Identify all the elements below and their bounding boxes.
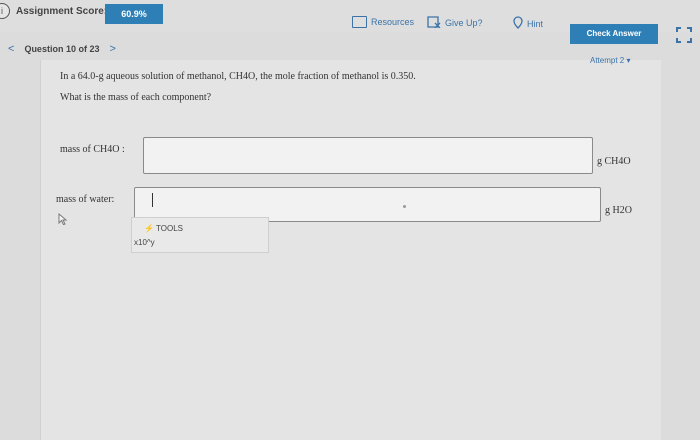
methanol-mass-input[interactable] [143, 137, 593, 174]
give-up-icon [427, 16, 441, 30]
tools-label: TOOLS [156, 224, 184, 233]
lightning-icon: ⚡ [144, 224, 154, 233]
attempt-label: Attempt 2 [590, 56, 625, 65]
give-up-label: Give Up? [445, 18, 483, 28]
input-handle [403, 205, 406, 208]
question-counter: Question 10 of 23 [24, 44, 100, 54]
water-mass-label: mass of water: [56, 194, 115, 205]
next-question-button[interactable]: > [109, 43, 115, 55]
tools-palette[interactable]: ⚡ TOOLS x10^y [131, 217, 269, 253]
hint-icon [513, 16, 523, 31]
hint-button[interactable]: Hint [513, 16, 543, 31]
assignment-score-label: Assignment Score: [16, 6, 108, 17]
methanol-unit: g CH4O [597, 156, 631, 167]
check-answer-button[interactable]: Check Answer [570, 24, 658, 44]
methanol-mass-label: mass of CH4O : [60, 144, 125, 155]
water-unit: g H2O [605, 205, 632, 216]
give-up-button[interactable]: Give Up? [427, 16, 483, 30]
hint-label: Hint [527, 18, 544, 29]
score-badge: 60.9% [105, 4, 163, 24]
expand-icon[interactable] [676, 27, 692, 43]
question-subtext: What is the mass of each component? [60, 92, 212, 103]
tools-button[interactable]: ⚡ TOOLS [144, 224, 183, 233]
mouse-pointer-icon [58, 212, 68, 228]
previous-question-button[interactable]: < [8, 43, 14, 55]
text-cursor [152, 193, 153, 207]
question-navigation: < Question 10 of 23 > [8, 43, 116, 55]
chevron-down-icon: ▾ [626, 56, 631, 65]
resources-button[interactable]: Resources [352, 16, 414, 28]
scientific-notation-button[interactable]: x10^y [134, 238, 155, 247]
resources-icon [352, 16, 367, 28]
question-text: In a 64.0-g aqueous solution of methanol… [60, 71, 416, 82]
resources-label: Resources [371, 17, 415, 27]
attempt-dropdown[interactable]: Attempt 2 ▾ [590, 56, 631, 65]
